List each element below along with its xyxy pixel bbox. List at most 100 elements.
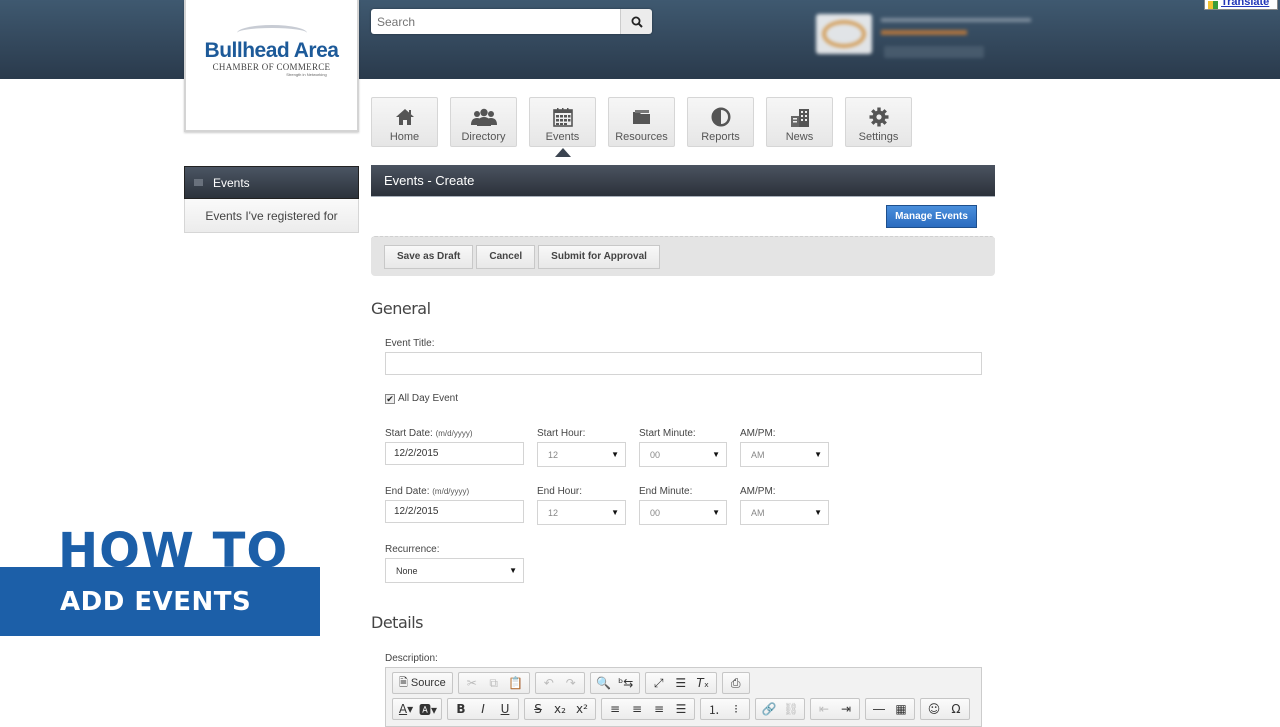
start-hour-label: Start Hour: [537, 428, 586, 439]
search-bar [371, 9, 652, 34]
start-minute-label: Start Minute: [639, 428, 696, 439]
how-to-overlay: HOW TO ADD EVENTS [0, 525, 320, 637]
action-bar: Save as Draft Cancel Submit for Approval [371, 236, 995, 276]
logo-title: Bullhead Area [204, 39, 339, 62]
promo-heading: HOW TO [58, 525, 289, 568]
maximize-icon[interactable]: ⤢ [649, 674, 669, 692]
align-right-icon[interactable]: ≡ [649, 700, 669, 718]
gear-icon [869, 107, 888, 127]
user-dropdown-blurred[interactable] [884, 46, 984, 58]
dropdown-arrow-icon: ▼ [611, 508, 619, 517]
dropdown-arrow-icon: ▼ [814, 508, 822, 517]
align-left-icon[interactable]: ≡ [605, 700, 625, 718]
end-hour-label: End Hour: [537, 486, 583, 497]
page-title: Events - Create [384, 173, 475, 188]
bold-icon[interactable]: B [451, 700, 471, 718]
start-ampm-select[interactable]: AM ▼ [740, 442, 829, 467]
cut-icon[interactable]: ✂ [462, 674, 482, 692]
end-minute-select[interactable]: 00 ▼ [639, 500, 727, 525]
italic-icon[interactable]: I [473, 700, 493, 718]
paste-icon[interactable]: 📋 [506, 674, 526, 692]
end-ampm-label: AM/PM: [740, 486, 776, 497]
nav-news[interactable]: News [766, 97, 833, 147]
end-date-input[interactable]: 12/2/2015 [385, 500, 524, 523]
horizontal-rule-icon[interactable]: ― [869, 700, 889, 718]
all-day-checkbox[interactable]: ✔ [385, 393, 395, 404]
start-date-label: Start Date: (m/d/yyyy) [385, 428, 473, 439]
section-title-general: General [371, 299, 431, 318]
calendar-icon [552, 107, 573, 127]
numbered-list-icon[interactable]: ⒈ [704, 700, 724, 718]
search-button[interactable] [620, 9, 652, 34]
remove-format-icon[interactable]: Tₓ [693, 674, 713, 692]
event-title-input[interactable] [385, 352, 982, 375]
smiley-icon[interactable]: ☺ [924, 700, 944, 718]
sidebar-header-events[interactable]: Events [184, 166, 359, 199]
description-editor[interactable]: 🗎 Source ✂ ⧉ 📋 ↶ ↷ 🔍 ᵇ⇆ ⤢ ☰ Tₓ ⎙ A ▾ 🅰▾ BIU Sx₂ x²… [385, 667, 982, 727]
start-minute-select[interactable]: 00 ▼ [639, 442, 727, 467]
link-icon[interactable]: 🔗 [759, 700, 779, 718]
source-icon: 🗎 [399, 676, 408, 689]
manage-events-button[interactable]: Manage Events [886, 205, 977, 228]
dropdown-arrow-icon: ▼ [712, 450, 720, 459]
editor-toolbar-row-2: A ▾ 🅰▾ BIU Sx₂ x² ≡ ≡ ≡ ☰ ⒈ ⁝ 🔗 ⛓ ⇤ ⇥ ― ▦ ☺ Ω [392, 698, 975, 720]
underline-icon[interactable]: U [495, 700, 515, 718]
submit-approval-button[interactable]: Submit for Approval [538, 244, 660, 269]
nav-home[interactable]: Home [371, 97, 438, 147]
recurrence-select[interactable]: None ▼ [385, 558, 524, 583]
special-char-icon[interactable]: Ω [946, 700, 966, 718]
indent-icon[interactable]: ⇥ [836, 700, 856, 718]
strikethrough-icon[interactable]: S [528, 700, 548, 718]
google-translate-icon [1208, 0, 1218, 9]
all-day-row: ✔ All Day Event [385, 393, 458, 404]
search-input[interactable] [371, 9, 620, 34]
list-icon [194, 179, 203, 186]
people-icon [470, 108, 497, 126]
translate-link[interactable]: Translate [1221, 0, 1269, 8]
end-hour-select[interactable]: 12 ▼ [537, 500, 626, 525]
bulleted-list-icon[interactable]: ⁝ [726, 700, 746, 718]
save-draft-button[interactable]: Save as Draft [384, 244, 474, 269]
all-day-label: All Day Event [398, 393, 459, 404]
find-icon[interactable]: 🔍 [594, 674, 614, 692]
undo-icon[interactable]: ↶ [539, 674, 559, 692]
sidebar-item-registered-events[interactable]: Events I've registered for [184, 199, 359, 233]
start-hour-select[interactable]: 12 ▼ [537, 442, 626, 467]
user-name-blurred [881, 18, 1031, 22]
logo-tagline: Strength in Networking [286, 72, 327, 77]
print-icon[interactable]: ⎙ [726, 674, 746, 692]
table-icon[interactable]: ▦ [891, 700, 911, 718]
user-profile-blurred[interactable] [816, 14, 1046, 69]
cancel-button[interactable]: Cancel [476, 244, 536, 269]
superscript-icon[interactable]: x² [572, 700, 592, 718]
nav-resources[interactable]: Resources [608, 97, 675, 147]
outdent-icon[interactable]: ⇤ [814, 700, 834, 718]
dropdown-arrow-icon: ▼ [814, 450, 822, 459]
chamber-logo[interactable]: Bullhead Area CHAMBER OF COMMERCE Streng… [184, 0, 359, 132]
text-color-icon[interactable]: A ▾ [396, 700, 416, 718]
translate-widget[interactable]: Translate [1204, 0, 1278, 10]
redo-icon[interactable]: ↷ [561, 674, 581, 692]
justify-icon[interactable]: ☰ [671, 700, 691, 718]
logo-subtitle: CHAMBER OF COMMERCE [212, 62, 331, 72]
event-title-label: Event Title: [385, 338, 435, 349]
nav-events[interactable]: Events [529, 97, 596, 157]
source-button[interactable]: 🗎 Source [396, 674, 449, 692]
nav-directory[interactable]: Directory [450, 97, 517, 147]
start-date-input[interactable]: 12/2/2015 [385, 442, 524, 465]
unlink-icon[interactable]: ⛓ [781, 700, 801, 718]
nav-settings[interactable]: Settings [845, 97, 912, 147]
subscript-icon[interactable]: x₂ [550, 700, 570, 718]
section-title-details: Details [371, 613, 423, 632]
nav-reports[interactable]: Reports [687, 97, 754, 147]
align-center-icon[interactable]: ≡ [627, 700, 647, 718]
page-title-bar: Events - Create [371, 165, 995, 197]
copy-icon[interactable]: ⧉ [484, 674, 504, 692]
end-ampm-select[interactable]: AM ▼ [740, 500, 829, 525]
user-avatar [816, 14, 872, 54]
recurrence-label: Recurrence: [385, 544, 440, 555]
end-minute-label: End Minute: [639, 486, 693, 497]
replace-icon[interactable]: ᵇ⇆ [616, 674, 636, 692]
background-color-icon[interactable]: 🅰▾ [418, 700, 438, 718]
show-blocks-icon[interactable]: ☰ [671, 674, 691, 692]
